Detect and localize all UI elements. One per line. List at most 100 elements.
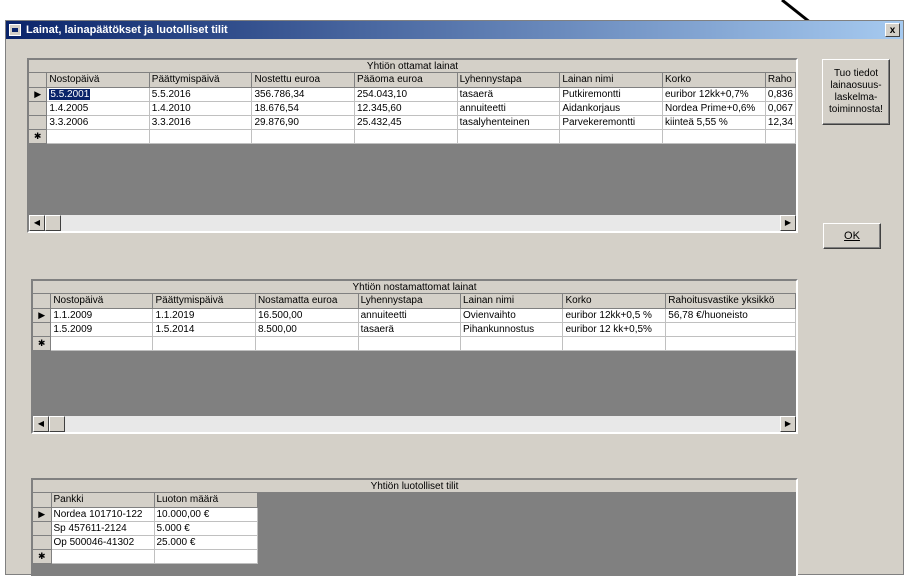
new-row-icon[interactable]: ✱ [29, 129, 48, 144]
table-cell[interactable]: 356.786,34 [251, 87, 356, 102]
horizontal-scrollbar[interactable]: ◀ ▶ [33, 416, 796, 432]
table-cell[interactable]: 12,34 [765, 115, 796, 130]
new-row[interactable]: ✱ [33, 336, 796, 351]
current-row-icon[interactable]: ▶ [29, 87, 48, 102]
table-cell[interactable]: Ovienvaihto [460, 308, 564, 323]
column-header[interactable]: Korko [662, 73, 766, 88]
row-selector[interactable] [29, 115, 48, 130]
new-row-icon[interactable]: ✱ [33, 549, 52, 564]
credit-accounts-grid[interactable]: Yhtiön luotolliset tilit Pankki Luoton m… [31, 478, 798, 576]
table-cell[interactable]: 56,78 €/huoneisto [665, 308, 796, 323]
table-cell[interactable]: Nordea Prime+0,6% [662, 101, 766, 116]
new-row[interactable]: ✱ [29, 129, 796, 144]
column-header[interactable]: Nostettu euroa [251, 73, 356, 88]
table-cell[interactable]: Op 500046-41302 [51, 535, 155, 550]
table-row[interactable]: 3.3.2006 3.3.2016 29.876,90 25.432,45 ta… [29, 115, 796, 130]
column-header[interactable]: Pääoma euroa [354, 73, 458, 88]
table-cell[interactable]: 254.043,10 [354, 87, 458, 102]
table-row[interactable]: ▶ 5.5.2001 5.5.2016 356.786,34 254.043,1… [29, 87, 796, 102]
current-row-icon[interactable]: ▶ [33, 507, 52, 522]
table-cell[interactable]: 5.5.2016 [149, 87, 253, 102]
table-cell[interactable]: 3.3.2016 [149, 115, 253, 130]
table-cell[interactable] [665, 322, 796, 337]
fetch-data-button[interactable]: Tuo tiedot lainaosuus-laskelma-toiminnos… [822, 59, 890, 125]
table-cell[interactable]: 29.876,90 [251, 115, 356, 130]
scroll-left-icon[interactable]: ◀ [29, 215, 45, 231]
column-header[interactable]: Päättymispäivä [149, 73, 253, 88]
table-cell[interactable]: tasaerä [457, 87, 561, 102]
table-cell[interactable]: 8.500,00 [255, 322, 359, 337]
table-cell[interactable]: 1.4.2005 [46, 101, 150, 116]
table-cell[interactable]: 10.000,00 € [154, 507, 258, 522]
table-row[interactable]: ▶ Nordea 101710-122 10.000,00 € [33, 507, 258, 522]
loans-grid[interactable]: Yhtiön ottamat lainat Nostopäivä Päättym… [27, 58, 798, 233]
table-cell[interactable]: 5.5.2001 [46, 87, 150, 102]
table-cell[interactable] [358, 336, 461, 351]
current-row-icon[interactable]: ▶ [33, 308, 52, 323]
new-row[interactable]: ✱ [33, 549, 258, 564]
column-header[interactable]: Raho [765, 73, 796, 88]
table-cell[interactable] [152, 336, 256, 351]
table-cell[interactable] [149, 129, 253, 144]
scroll-right-icon[interactable]: ▶ [780, 416, 796, 432]
table-cell[interactable]: 25.000 € [154, 535, 258, 550]
ok-button[interactable]: OK [823, 223, 881, 249]
column-header[interactable]: Luoton määrä [154, 493, 258, 508]
table-cell[interactable]: Nordea 101710-122 [51, 507, 155, 522]
table-row[interactable]: Sp 457611-2124 5.000 € [33, 521, 258, 536]
row-selector[interactable] [29, 101, 48, 116]
table-cell[interactable] [354, 129, 458, 144]
table-cell[interactable] [562, 336, 667, 351]
table-cell[interactable]: tasaerä [358, 322, 461, 337]
table-cell[interactable] [154, 549, 258, 564]
table-cell[interactable]: 1.1.2019 [152, 308, 256, 323]
table-cell[interactable]: 25.432,45 [354, 115, 458, 130]
table-row[interactable]: 1.5.2009 1.5.2014 8.500,00 tasaerä Pihan… [33, 322, 796, 337]
table-cell[interactable]: Aidankorjaus [559, 101, 663, 116]
table-cell[interactable] [46, 129, 150, 144]
scroll-left-icon[interactable]: ◀ [33, 416, 49, 432]
table-cell[interactable]: Parvekeremontti [559, 115, 663, 130]
unused-loans-grid[interactable]: Yhtiön nostamattomat lainat Nostopäivä P… [31, 279, 798, 434]
table-cell[interactable]: euribor 12 kk+0,5% [562, 322, 667, 337]
scroll-thumb[interactable] [45, 215, 61, 231]
table-cell[interactable]: Pihankunnostus [460, 322, 564, 337]
table-row[interactable]: 1.4.2005 1.4.2010 18.676,54 12.345,60 an… [29, 101, 796, 116]
new-row-icon[interactable]: ✱ [33, 336, 52, 351]
table-row[interactable]: ▶ 1.1.2009 1.1.2019 16.500,00 annuiteett… [33, 308, 796, 323]
horizontal-scrollbar[interactable]: ◀ ▶ [29, 215, 796, 231]
column-header[interactable]: Lainan nimi [460, 294, 564, 309]
table-cell[interactable]: 18.676,54 [251, 101, 356, 116]
table-cell[interactable]: 0,836 [765, 87, 796, 102]
table-cell[interactable]: tasalyhenteinen [457, 115, 561, 130]
table-cell[interactable] [251, 129, 356, 144]
row-selector[interactable] [33, 322, 52, 337]
scroll-right-icon[interactable]: ▶ [780, 215, 796, 231]
column-header[interactable]: Rahoitusvastike yksikkö [665, 294, 796, 309]
table-cell[interactable] [51, 549, 155, 564]
table-cell[interactable]: 1.5.2014 [152, 322, 256, 337]
column-header[interactable]: Nostamatta euroa [255, 294, 359, 309]
row-selector[interactable] [33, 521, 52, 536]
table-cell[interactable]: 1.1.2009 [50, 308, 154, 323]
table-cell[interactable]: 1.4.2010 [149, 101, 253, 116]
column-header[interactable]: Nostopäivä [46, 73, 150, 88]
table-cell[interactable] [460, 336, 564, 351]
column-header[interactable]: Lyhennystapa [457, 73, 561, 88]
scroll-thumb[interactable] [49, 416, 65, 432]
table-cell[interactable]: kiinteä 5,55 % [662, 115, 766, 130]
column-header[interactable]: Päättymispäivä [152, 294, 256, 309]
table-cell[interactable]: annuiteetti [457, 101, 561, 116]
table-cell[interactable]: 5.000 € [154, 521, 258, 536]
column-header[interactable]: Pankki [51, 493, 155, 508]
column-header[interactable]: Lyhennystapa [358, 294, 461, 309]
table-cell[interactable]: Sp 457611-2124 [51, 521, 155, 536]
table-cell[interactable] [665, 336, 796, 351]
table-cell[interactable]: 12.345,60 [354, 101, 458, 116]
table-cell[interactable]: Putkiremontti [559, 87, 663, 102]
column-header[interactable]: Lainan nimi [559, 73, 663, 88]
table-cell[interactable]: 3.3.2006 [46, 115, 150, 130]
column-header[interactable]: Korko [562, 294, 667, 309]
column-header[interactable]: Nostopäivä [50, 294, 154, 309]
close-button[interactable]: x [885, 23, 900, 37]
